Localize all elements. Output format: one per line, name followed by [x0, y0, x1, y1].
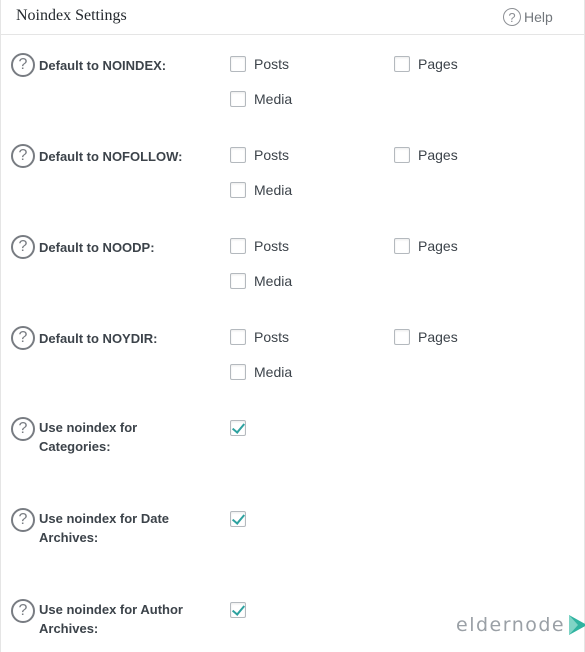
eldernode-logo: eldernode	[456, 612, 585, 638]
row-label-line2: Archives:	[39, 530, 99, 545]
checkbox-noodp-pages[interactable]: Pages	[394, 238, 458, 254]
row-label-line1: Use noindex for	[39, 420, 138, 435]
checkbox-noodp-posts[interactable]: Posts	[230, 238, 289, 254]
option-label: Posts	[254, 238, 290, 254]
checkbox-noydir-posts[interactable]: Posts	[230, 329, 289, 345]
checkbox-noindex-posts[interactable]: Posts	[230, 56, 289, 72]
checkbox[interactable]	[230, 147, 246, 163]
option-label: Media	[254, 273, 293, 289]
checkbox-nofollow-posts[interactable]: Posts	[230, 147, 289, 163]
row-label: Use noindex for Author Archives:	[39, 600, 214, 638]
checkbox-noindex-date-archives[interactable]	[230, 511, 246, 527]
option-label: Pages	[418, 147, 458, 163]
option-label: Media	[254, 91, 293, 107]
checkbox[interactable]	[230, 91, 246, 107]
option-label: Media	[254, 364, 293, 380]
row-label: Default to NOINDEX:	[39, 58, 167, 73]
checkbox-noindex-author-archives[interactable]	[230, 602, 246, 618]
question-icon[interactable]: ?	[11, 417, 35, 441]
option-label: Posts	[254, 147, 290, 163]
row-label: Use noindex for Categories:	[39, 418, 214, 456]
checkbox-noodp-media[interactable]: Media	[230, 273, 292, 289]
checkbox[interactable]	[230, 329, 246, 345]
checkbox[interactable]	[230, 273, 246, 289]
question-icon[interactable]: ?	[11, 508, 35, 532]
checkbox[interactable]	[230, 182, 246, 198]
option-label: Posts	[254, 329, 290, 345]
question-icon[interactable]: ?	[11, 144, 35, 168]
checkbox-checked[interactable]	[230, 420, 246, 436]
row-label: Default to NOODP:	[39, 240, 155, 255]
option-label: Pages	[418, 56, 458, 72]
checkbox-noindex-categories[interactable]	[230, 420, 246, 436]
row-label-line2: Categories:	[39, 439, 111, 454]
option-label: Pages	[418, 329, 458, 345]
help-button[interactable]: ? Help	[503, 7, 553, 27]
checkbox[interactable]	[394, 56, 410, 72]
option-label: Media	[254, 182, 293, 198]
question-icon[interactable]: ?	[11, 326, 35, 350]
noindex-settings-panel: Noindex Settings ? Help ? Default to NOI…	[0, 0, 585, 652]
option-label: Pages	[418, 238, 458, 254]
checkbox-noydir-pages[interactable]: Pages	[394, 329, 458, 345]
checkbox-nofollow-media[interactable]: Media	[230, 182, 292, 198]
checkbox-noindex-media[interactable]: Media	[230, 91, 292, 107]
question-icon[interactable]: ?	[11, 599, 35, 623]
checkbox[interactable]	[394, 147, 410, 163]
checkbox[interactable]	[394, 238, 410, 254]
question-icon[interactable]: ?	[11, 53, 35, 77]
row-label: Default to NOYDIR:	[39, 331, 158, 346]
panel-title: Noindex Settings	[16, 7, 127, 24]
option-label: Posts	[254, 56, 290, 72]
row-label: Default to NOFOLLOW:	[39, 149, 183, 164]
checkbox[interactable]	[230, 56, 246, 72]
checkbox-checked[interactable]	[230, 511, 246, 527]
question-icon[interactable]: ?	[11, 235, 35, 259]
row-label: Use noindex for Date Archives:	[39, 509, 214, 547]
logo-text: eldernode	[456, 614, 566, 636]
row-label-line2: Archives:	[39, 621, 99, 636]
help-label: Help	[524, 9, 553, 25]
row-label-line1: Use noindex for Date	[39, 511, 170, 526]
row-label-line1: Use noindex for Author	[39, 602, 183, 617]
checkbox[interactable]	[394, 329, 410, 345]
panel-header: Noindex Settings ? Help	[1, 0, 584, 35]
checkbox-noindex-pages[interactable]: Pages	[394, 56, 458, 72]
question-circle-icon: ?	[503, 8, 521, 26]
checkbox-noydir-media[interactable]: Media	[230, 364, 292, 380]
checkbox[interactable]	[230, 238, 246, 254]
play-arrow-icon	[569, 615, 585, 635]
checkbox-checked[interactable]	[230, 602, 246, 618]
checkbox[interactable]	[230, 364, 246, 380]
checkbox-nofollow-pages[interactable]: Pages	[394, 147, 458, 163]
